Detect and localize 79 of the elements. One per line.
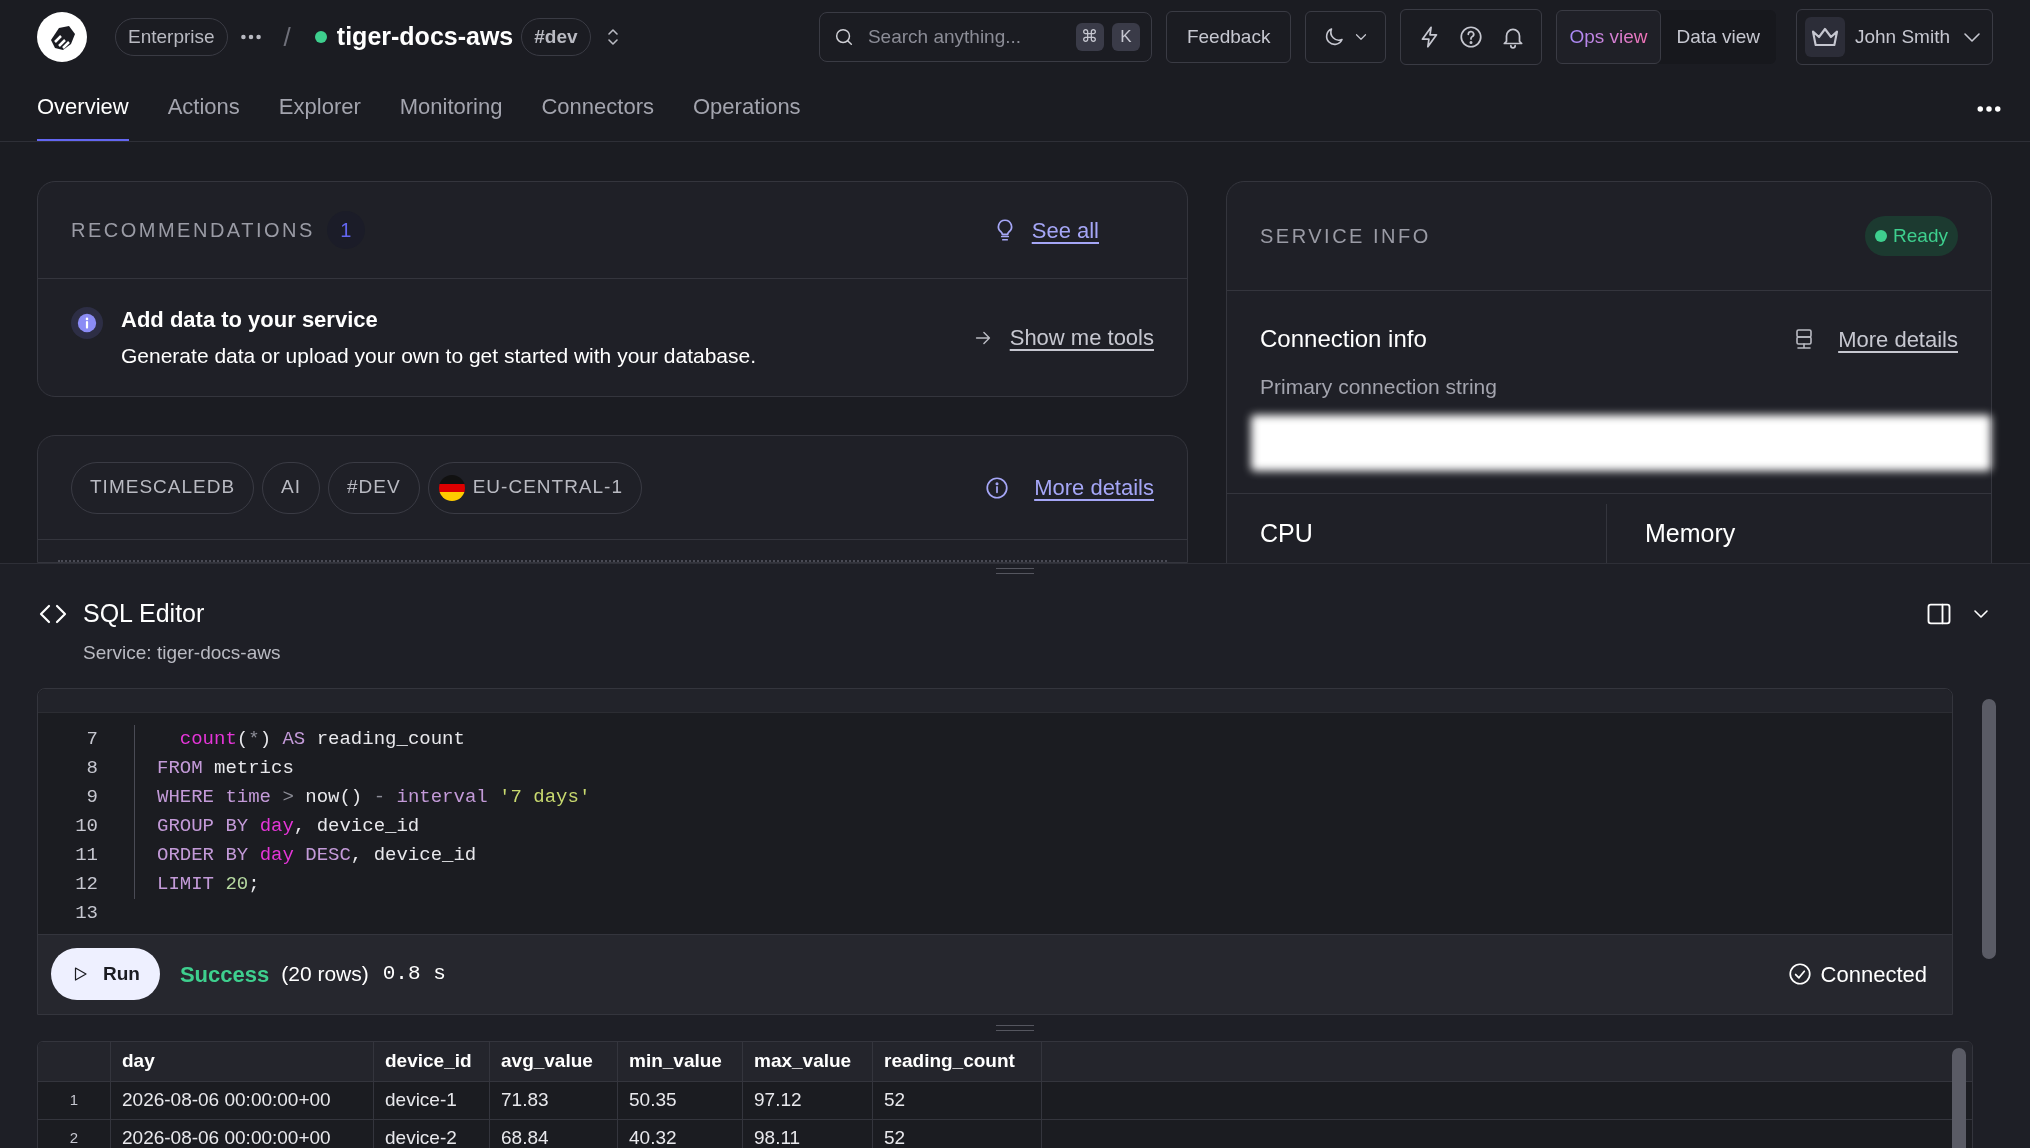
code-line: LIMIT 20; (157, 871, 260, 897)
nav-tab[interactable]: Monitoring (399, 73, 503, 141)
view-toggle[interactable]: Ops view (1556, 10, 1661, 64)
nav-tab[interactable]: Operations (693, 73, 801, 141)
scrollbar[interactable] (1982, 698, 1996, 959)
column-header[interactable]: day (111, 1041, 374, 1081)
scrollbar[interactable] (1952, 1047, 1966, 1148)
more-details-link[interactable]: More details (1838, 322, 1958, 356)
code-line: WHERE time > now() - interval '7 days' (157, 784, 591, 810)
connection-status: Connected (1820, 960, 1927, 989)
table-cell: 40.32 (618, 1119, 743, 1148)
info-icon (76, 312, 98, 334)
column-header[interactable]: device_id (374, 1041, 490, 1081)
code-line: ORDER BY day DESC, device_id (157, 842, 477, 868)
editor-title: SQL Editor (83, 598, 205, 630)
user-menu[interactable]: John Smith (1795, 9, 1993, 65)
table-cell: 2026-08-06 00:00:00+00 (111, 1081, 374, 1119)
column-header[interactable]: min_value (618, 1041, 743, 1081)
card-title: SERVICE INFO (1260, 224, 1431, 249)
table-cell: 68.84 (490, 1119, 618, 1148)
line-number: 11 (74, 842, 98, 868)
check-circle-icon (1786, 961, 1813, 987)
line-number: 9 (85, 784, 98, 810)
section-title: Connection info (1260, 324, 1427, 354)
info-icon (984, 474, 1011, 501)
see-all-link[interactable]: See all (1031, 213, 1099, 247)
column-header[interactable]: avg_value (490, 1041, 618, 1081)
table-cell: device-1 (374, 1081, 490, 1119)
recommendation-text: Generate data or upload your own to get started with your database. (121, 343, 757, 370)
column-header[interactable]: max_value (743, 1041, 873, 1081)
shortcut-key: K (1111, 23, 1140, 51)
feedback-button[interactable]: Feedback (1165, 11, 1292, 63)
shortcut-key: ⌘ (1075, 23, 1104, 51)
crown-icon (1804, 17, 1845, 57)
nav-tab[interactable]: Overview (37, 73, 129, 141)
column-header[interactable]: reading_count (873, 1041, 1042, 1081)
nav-tab[interactable]: Connectors (541, 73, 654, 141)
help-icon[interactable] (1458, 24, 1485, 50)
line-number: 12 (74, 871, 98, 897)
count-badge: 1 (326, 211, 365, 249)
row-number: 2 (38, 1119, 111, 1148)
table-cell: 52 (873, 1119, 1042, 1148)
metric-title: Memory (1645, 518, 1736, 550)
nav-tab[interactable]: Actions (167, 73, 240, 141)
row-number: 1 (38, 1081, 111, 1119)
metric-title: CPU (1260, 518, 1313, 550)
result-status: Success (179, 960, 270, 989)
recommendation-title: Add data to your service (121, 306, 379, 335)
row-count: (20 rows) (281, 961, 369, 988)
line-number: 8 (85, 755, 98, 781)
status-badge: Ready (1865, 216, 1958, 256)
more-details-link[interactable]: More details (1034, 471, 1154, 504)
table-cell: 98.11 (743, 1119, 873, 1148)
show-tools-link[interactable]: Show me tools (1009, 321, 1154, 354)
logo[interactable] (37, 12, 87, 62)
table-cell: device-2 (374, 1119, 490, 1148)
field-label: Primary connection string (1259, 374, 1498, 400)
query-time: 0.8 s (382, 961, 446, 988)
line-number: 13 (74, 900, 98, 926)
resize-handle[interactable] (996, 1024, 1034, 1031)
code-line: FROM metrics (157, 755, 294, 781)
flag-icon (438, 474, 465, 501)
view-toggle[interactable]: Data view (1660, 10, 1776, 64)
line-number: 7 (85, 726, 98, 752)
code-line: GROUP BY day, device_id (157, 813, 420, 839)
theme-button[interactable] (1305, 11, 1387, 63)
table-cell: 52 (873, 1081, 1042, 1119)
card-title: RECOMMENDATIONS (71, 218, 315, 243)
table-cell: 50.35 (618, 1081, 743, 1119)
run-button[interactable]: Run (51, 948, 160, 1000)
code-line: count(*) AS reading_count (178, 726, 465, 752)
table-cell: 2026-08-06 00:00:00+00 (111, 1119, 374, 1148)
service-name[interactable]: tiger-docs-aws (336, 18, 514, 56)
line-number: 10 (74, 813, 98, 839)
nav-tab[interactable]: Explorer (278, 73, 361, 141)
breadcrumb-separator: / (283, 20, 291, 54)
editor-subtitle: Service: tiger-docs-aws (83, 641, 282, 665)
table-cell: 71.83 (490, 1081, 618, 1119)
table-cell: 97.12 (743, 1081, 873, 1119)
